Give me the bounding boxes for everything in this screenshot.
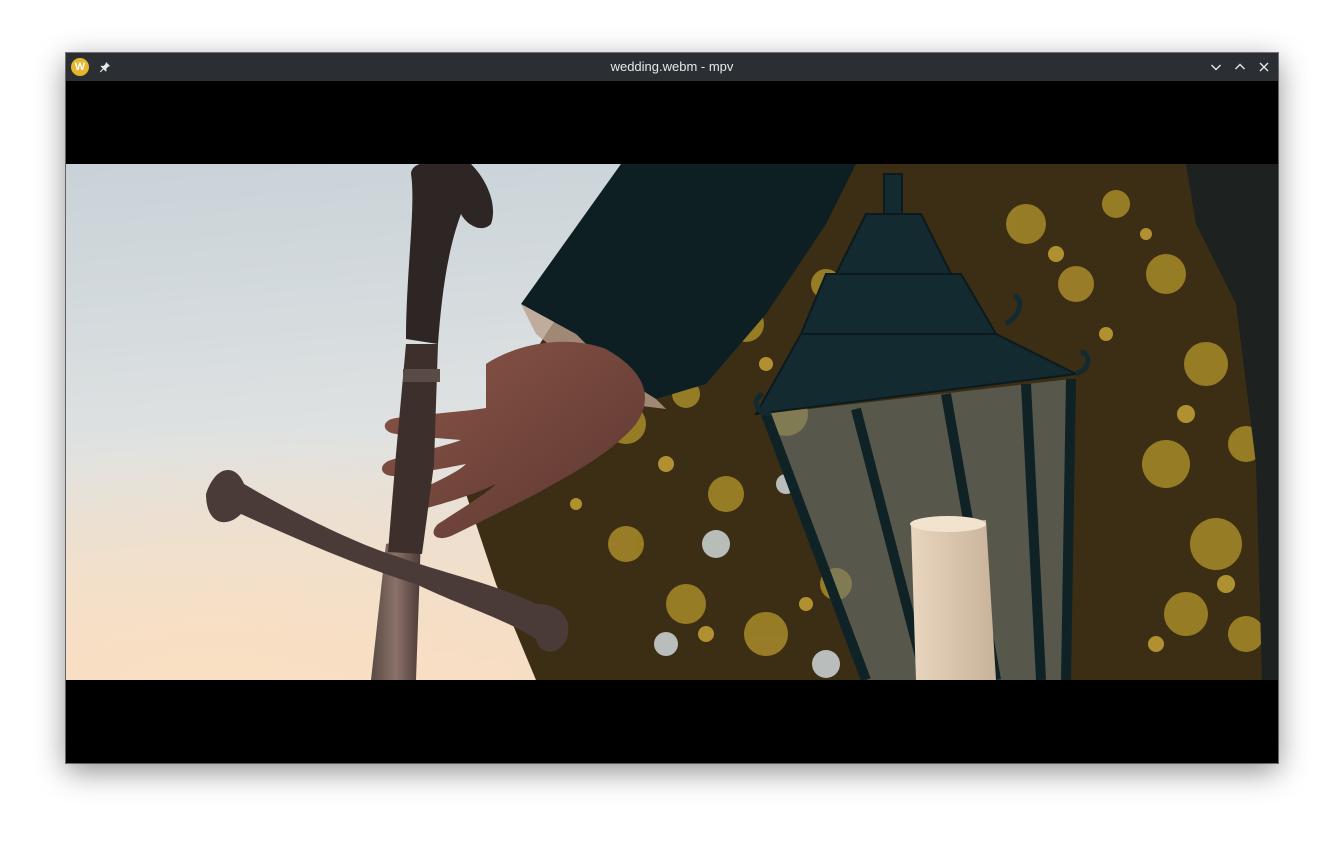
- mpv-app-icon[interactable]: W: [71, 58, 89, 76]
- video-area[interactable]: [66, 81, 1278, 763]
- video-frame: [66, 164, 1278, 680]
- video-frame-image: [66, 164, 1278, 680]
- chevron-down-icon: [1211, 64, 1221, 71]
- minimize-button[interactable]: [1207, 58, 1225, 76]
- pin-icon[interactable]: [97, 59, 113, 75]
- titlebar[interactable]: W wedding.webm - mpv: [66, 53, 1278, 81]
- close-icon: [1259, 62, 1269, 72]
- close-button[interactable]: [1255, 58, 1273, 76]
- window-title: wedding.webm - mpv: [610, 59, 734, 74]
- maximize-button[interactable]: [1231, 58, 1249, 76]
- chevron-up-icon: [1235, 63, 1245, 70]
- mpv-window: W wedding.webm - mpv: [66, 53, 1278, 763]
- app-icon-letter: W: [74, 60, 86, 73]
